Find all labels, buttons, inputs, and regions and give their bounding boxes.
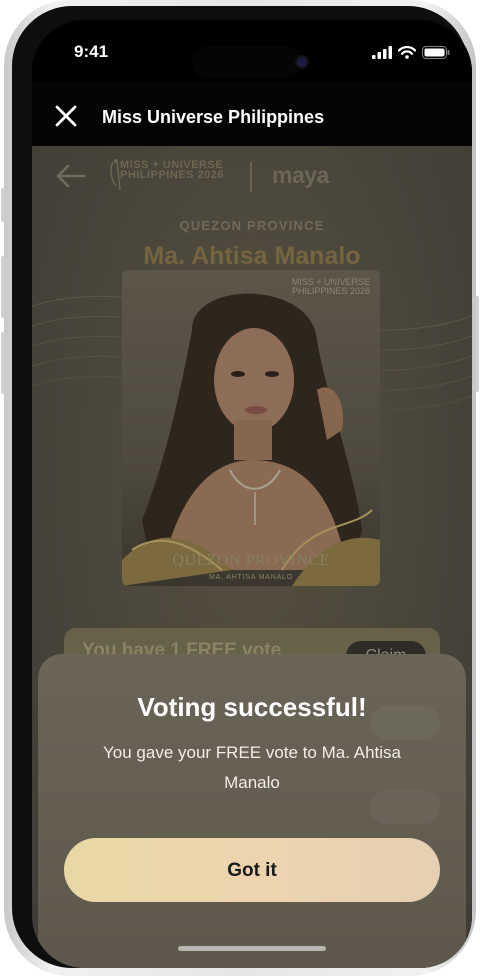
app-header: Miss Universe Philippines	[32, 82, 472, 146]
phone-frame: 9:41 Miss Universe Philippines MISS + UN…	[1, 0, 479, 976]
volume-up-button	[1, 256, 5, 318]
wifi-icon	[398, 46, 416, 59]
logo-text: MISS + UNIVERSE PHILIPPINES 2026	[120, 160, 224, 181]
portrait-logo: MISS + UNIVERSE PHILIPPINES 2026	[292, 278, 370, 296]
status-time: 9:41	[74, 42, 109, 61]
success-title: Voting successful!	[137, 692, 367, 722]
portrait-name: MA. AHTISA MANALO	[208, 574, 293, 581]
camera-icon	[297, 57, 307, 67]
power-button	[475, 296, 479, 392]
status-bar: 9:41	[32, 20, 472, 82]
portrait-province: QUEZON PROVINCE	[172, 552, 330, 569]
logo-divider	[250, 162, 252, 192]
contestant-name: Ma. Ahtisa Manalo	[143, 242, 361, 270]
portrait-logo-line-2: PHILIPPINES 2026	[291, 286, 370, 296]
contestant-province: QUEZON PROVINCE	[179, 218, 325, 233]
logo-line-2: PHILIPPINES 2026	[120, 169, 224, 181]
home-indicator[interactable]	[178, 946, 326, 951]
bezel: 9:41 Miss Universe Philippines MISS + UN…	[12, 6, 472, 968]
portrait-illustration	[122, 293, 380, 586]
voting-success-sheet: Voting successful! You gave your FREE vo…	[38, 654, 466, 968]
contestant-portrait: MISS + UNIVERSE PHILIPPINES 2026 QUEZON …	[122, 270, 380, 586]
status-icons	[372, 46, 450, 59]
dynamic-island	[192, 46, 302, 78]
volume-down-button	[1, 332, 5, 394]
screen: 9:41 Miss Universe Philippines MISS + UN…	[32, 20, 472, 968]
header-title: Miss Universe Philippines	[102, 107, 325, 127]
battery-icon	[422, 46, 450, 59]
close-icon[interactable]	[54, 104, 78, 128]
signal-icon	[372, 46, 392, 59]
mute-switch	[1, 188, 5, 222]
success-message: You gave your FREE vote to Ma. Ahtisa Ma…	[103, 743, 401, 792]
back-arrow-icon[interactable]	[54, 162, 88, 190]
got-it-button[interactable]: Got it	[64, 838, 440, 902]
maya-logo: maya	[272, 162, 329, 188]
